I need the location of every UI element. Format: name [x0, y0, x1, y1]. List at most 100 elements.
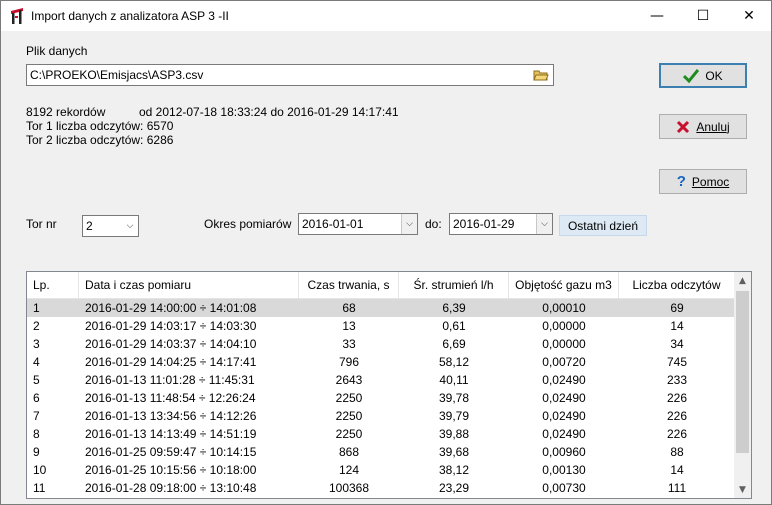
cell-datetime: 2016-01-29 14:03:37 ÷ 14:04:10: [85, 337, 257, 351]
cell-duration: 124: [338, 463, 360, 477]
cell-volume: 0,02490: [542, 409, 586, 423]
records-range: od 2012-07-18 18:33:24 do 2016-01-29 14:…: [139, 105, 399, 119]
cell-flow: 38,12: [438, 463, 470, 477]
cell-readings: 745: [666, 355, 688, 369]
period-label: Okres pomiarów: [204, 217, 292, 231]
tor1-info: Tor 1 liczba odczytów: 6570: [26, 119, 174, 133]
help-label: Pomoc: [691, 174, 730, 189]
app-crane-icon: [11, 8, 23, 24]
table-row[interactable]: 3 2016-01-29 14:03:37 ÷ 14:04:10 33 6,69 0,0…: [27, 335, 735, 353]
chevron-down-icon[interactable]: ⌵: [536, 214, 552, 234]
cell-lp: 11: [33, 481, 46, 495]
cell-datetime: 2016-01-13 11:48:54 ÷ 12:26:24: [85, 391, 256, 405]
cell-volume: 0,00130: [542, 463, 586, 477]
close-button[interactable]: ✕: [726, 1, 772, 31]
date-from-picker[interactable]: 2016-01-01 ⌵: [298, 213, 418, 235]
chevron-down-icon[interactable]: ⌵: [401, 214, 417, 234]
cell-datetime: 2016-01-25 09:59:47 ÷ 10:14:15: [85, 445, 257, 459]
table-row[interactable]: 5 2016-01-13 11:01:28 ÷ 11:45:31 2643 40,11…: [27, 371, 735, 389]
cell-lp: 3: [33, 337, 40, 351]
table-row[interactable]: 6 2016-01-13 11:48:54 ÷ 12:26:24 2250 39,78…: [27, 389, 735, 407]
cell-duration: 2250: [335, 391, 363, 405]
cell-flow: 6,39: [442, 301, 466, 315]
ok-label: OK: [705, 68, 723, 83]
cell-flow: 39,68: [438, 445, 470, 459]
last-day-button[interactable]: Ostatni dzień: [559, 215, 647, 236]
cell-readings: 111: [667, 481, 687, 495]
cell-readings: 14: [670, 463, 684, 477]
cell-flow: 0,61: [442, 319, 466, 333]
last-day-label: Ostatni dzień: [567, 218, 639, 233]
folder-open-icon[interactable]: [533, 68, 549, 82]
table-row[interactable]: 11 2016-01-28 09:18:00 ÷ 13:10:48 100368 23…: [27, 479, 735, 497]
scroll-thumb[interactable]: [736, 291, 749, 453]
cell-lp: 5: [33, 373, 40, 387]
cell-flow: 6,69: [442, 337, 466, 351]
cell-datetime: 2016-01-29 14:04:25 ÷ 14:17:41: [85, 355, 257, 369]
maximize-button[interactable]: ☐: [680, 1, 726, 31]
cell-readings: 14: [670, 319, 684, 333]
table-row[interactable]: 1 2016-01-29 14:00:00 ÷ 14:01:08 68 6,39 0,0…: [27, 299, 735, 317]
cell-datetime: 2016-01-25 10:15:56 ÷ 10:18:00: [85, 463, 257, 477]
date-to-value: 2016-01-29: [453, 217, 515, 231]
tor-select[interactable]: 2 ⌵: [82, 215, 139, 237]
cell-lp: 4: [33, 355, 40, 369]
minimize-button[interactable]: —: [634, 1, 680, 31]
file-path-value: C:\PROEKO\Emisjacs\ASP3.csv: [30, 68, 204, 82]
cell-volume: 0,00000: [542, 337, 586, 351]
tor-label: Tor nr: [26, 217, 57, 231]
cell-lp: 9: [33, 445, 40, 459]
cell-duration: 33: [342, 337, 356, 351]
cell-lp: 6: [33, 391, 40, 405]
cell-lp: 7: [33, 409, 40, 423]
table-row[interactable]: 2 2016-01-29 14:03:17 ÷ 14:03:30 13 0,61 0,0…: [27, 317, 735, 335]
cancel-label: Anuluj: [696, 119, 730, 134]
cell-lp: 10: [33, 463, 47, 477]
cell-volume: 0,00960: [542, 445, 586, 459]
scroll-down-icon[interactable]: ▼: [734, 481, 751, 498]
table-header: Lp. Data i czas pomiaru Czas trwania, s …: [27, 272, 735, 299]
cell-volume: 0,00720: [542, 355, 586, 369]
cell-duration: 2250: [335, 427, 363, 441]
to-label: do:: [425, 217, 442, 231]
col-header-readings[interactable]: Liczba odczytów: [619, 272, 735, 299]
date-to-picker[interactable]: 2016-01-29 ⌵: [449, 213, 553, 235]
cell-datetime: 2016-01-13 14:13:49 ÷ 14:51:19: [85, 427, 257, 441]
ok-button[interactable]: OK: [659, 63, 747, 88]
col-header-volume[interactable]: Objętość gazu m3: [509, 272, 619, 299]
cell-readings: 226: [666, 427, 688, 441]
table-row[interactable]: 9 2016-01-25 09:59:47 ÷ 10:14:15 868 39,68 0…: [27, 443, 735, 461]
cell-flow: 40,11: [439, 373, 469, 387]
records-count: 8192 rekordów: [26, 105, 106, 119]
cell-lp: 8: [33, 427, 40, 441]
cell-datetime: 2016-01-29 14:00:00 ÷ 14:01:08: [85, 301, 257, 315]
cell-duration: 100368: [328, 481, 370, 495]
file-path-input[interactable]: C:\PROEKO\Emisjacs\ASP3.csv: [26, 64, 554, 86]
col-header-lp[interactable]: Lp.: [27, 272, 79, 299]
cell-duration: 13: [342, 319, 356, 333]
table-row[interactable]: 8 2016-01-13 14:13:49 ÷ 14:51:19 2250 39,88…: [27, 425, 735, 443]
tor2-info: Tor 2 liczba odczytów: 6286: [26, 133, 174, 147]
col-header-flow[interactable]: Śr. strumień l/h: [399, 272, 509, 299]
cell-lp: 1: [33, 301, 40, 315]
table-row[interactable]: 7 2016-01-13 13:34:56 ÷ 14:12:26 2250 39,79…: [27, 407, 735, 425]
title-bar[interactable]: Import danych z analizatora ASP 3 -II — …: [1, 1, 771, 31]
cell-volume: 0,00000: [542, 319, 586, 333]
cell-duration: 2643: [335, 373, 363, 387]
col-header-datetime[interactable]: Data i czas pomiaru: [79, 272, 299, 299]
cell-duration: 2250: [335, 409, 363, 423]
file-label: Plik danych: [26, 44, 88, 58]
window-title: Import danych z analizatora ASP 3 -II: [31, 9, 229, 23]
cell-readings: 34: [670, 337, 684, 351]
help-button[interactable]: ? Pomoc: [659, 169, 747, 194]
cell-readings: 69: [670, 301, 684, 315]
scroll-up-icon[interactable]: ▲: [734, 272, 751, 289]
col-header-duration[interactable]: Czas trwania, s: [299, 272, 399, 299]
table-row[interactable]: 4 2016-01-29 14:04:25 ÷ 14:17:41 796 58,12 0…: [27, 353, 735, 371]
table-row[interactable]: 10 2016-01-25 10:15:56 ÷ 10:18:00 124 38,12…: [27, 461, 735, 479]
vertical-scrollbar[interactable]: ▲ ▼: [734, 272, 751, 498]
cancel-button[interactable]: Anuluj: [659, 114, 747, 139]
measurements-table[interactable]: Lp. Data i czas pomiaru Czas trwania, s …: [26, 271, 752, 499]
red-x-icon: [677, 120, 690, 133]
cell-datetime: 2016-01-13 13:34:56 ÷ 14:12:26: [85, 409, 257, 423]
